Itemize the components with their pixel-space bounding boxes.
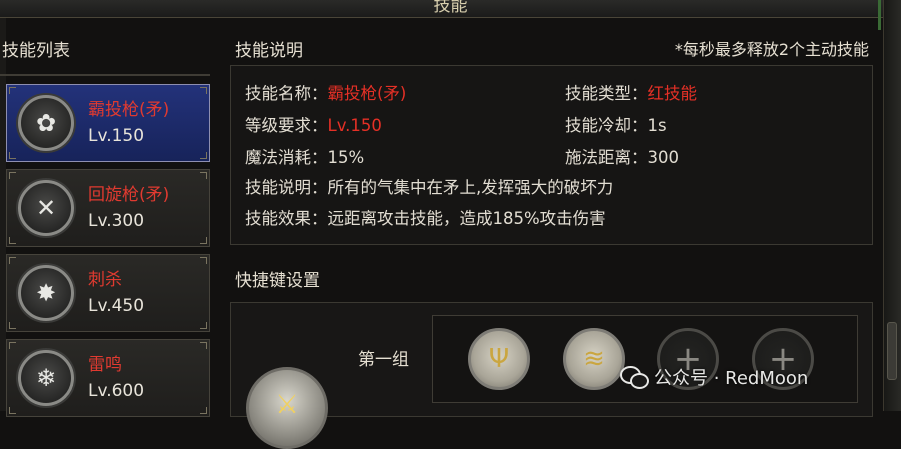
- skill-card-4[interactable]: ❄ 雷鸣 Lv.600: [6, 339, 210, 417]
- value: 霸投枪(矛): [327, 84, 407, 103]
- hotkey-group-label: 第一组: [358, 350, 409, 370]
- skill-card-1[interactable]: ✿ 霸投枪(矛) Lv.150: [6, 84, 210, 162]
- cast-limit-note: *每秒最多释放2个主动技能: [674, 40, 869, 59]
- skill-name: 回旋枪(矛): [88, 185, 170, 205]
- effect-row: 技能效果：远距离攻击技能，造成185%攻击伤害: [245, 205, 606, 229]
- thunder-icon: ❄: [18, 350, 74, 406]
- watermark-text: 公众号 · RedMoon: [654, 368, 809, 389]
- wechat-icon: [620, 366, 649, 389]
- knot-emblem-icon: ✿: [18, 95, 74, 151]
- skill-level: Lv.300: [88, 211, 145, 231]
- value: 1s: [647, 116, 667, 135]
- value: 15%: [327, 148, 365, 167]
- skill-type-row: 技能类型：红技能: [565, 80, 697, 104]
- crossed-spears-icon: ✕: [18, 180, 74, 236]
- frame-accent: [878, 0, 881, 30]
- sword-skill-icon[interactable]: Ψ: [468, 328, 530, 390]
- hotkey-title: 快捷键设置: [235, 271, 320, 291]
- skill-info-title: 技能说明: [235, 41, 303, 61]
- description-row: 技能说明：所有的气集中在矛上,发挥强大的破坏力: [245, 174, 613, 198]
- level-requirement-row: 等级要求：Lv.150: [245, 112, 382, 136]
- value: Lv.150: [327, 116, 382, 135]
- skill-name: 霸投枪(矛): [88, 100, 170, 120]
- skill-card-3[interactable]: ✸ 刺杀 Lv.450: [6, 254, 210, 332]
- label: 技能冷却：: [565, 116, 648, 135]
- spike-burst-icon: ✸: [18, 265, 74, 321]
- skill-level: Lv.150: [88, 126, 145, 146]
- label: 技能名称：: [245, 84, 328, 103]
- cooldown-row: 技能冷却：1s: [565, 112, 667, 136]
- value: 红技能: [647, 84, 698, 103]
- list-divider: [0, 74, 210, 76]
- label: 等级要求：: [245, 116, 328, 135]
- skill-name: 刺杀: [88, 270, 122, 290]
- cast-range-row: 施法距离：300: [565, 144, 679, 168]
- label: 技能说明：: [245, 178, 328, 197]
- window-title: 技能: [433, 0, 468, 16]
- label: 施法距离：: [565, 148, 648, 167]
- sword-skill-icon[interactable]: ⚔: [246, 367, 328, 449]
- skill-name: 雷鸣: [88, 355, 122, 375]
- label: 魔法消耗：: [245, 148, 328, 167]
- skill-level: Lv.600: [88, 381, 145, 401]
- skill-level: Lv.450: [88, 296, 145, 316]
- watermark: 公众号 · RedMoon: [620, 364, 808, 390]
- value: 所有的气集中在矛上,发挥强大的破坏力: [327, 178, 614, 197]
- skill-name-row: 技能名称：霸投枪(矛): [245, 80, 406, 104]
- mana-cost-row: 魔法消耗：15%: [245, 144, 364, 168]
- scrollbar-thumb[interactable]: [887, 322, 897, 380]
- skill-list: ✿ 霸投枪(矛) Lv.150 ✕ 回旋枪(矛) Lv.300 ✸ 刺杀 Lv.…: [0, 68, 220, 417]
- skill-list-title: 技能列表: [2, 41, 70, 61]
- wave-skill-icon[interactable]: ≋: [563, 328, 625, 390]
- skill-card-2[interactable]: ✕ 回旋枪(矛) Lv.300: [6, 169, 210, 247]
- value: 远距离攻击技能，造成185%攻击伤害: [327, 209, 606, 228]
- label: 技能类型：: [565, 84, 648, 103]
- value: 300: [647, 148, 680, 167]
- label: 技能效果：: [245, 209, 328, 228]
